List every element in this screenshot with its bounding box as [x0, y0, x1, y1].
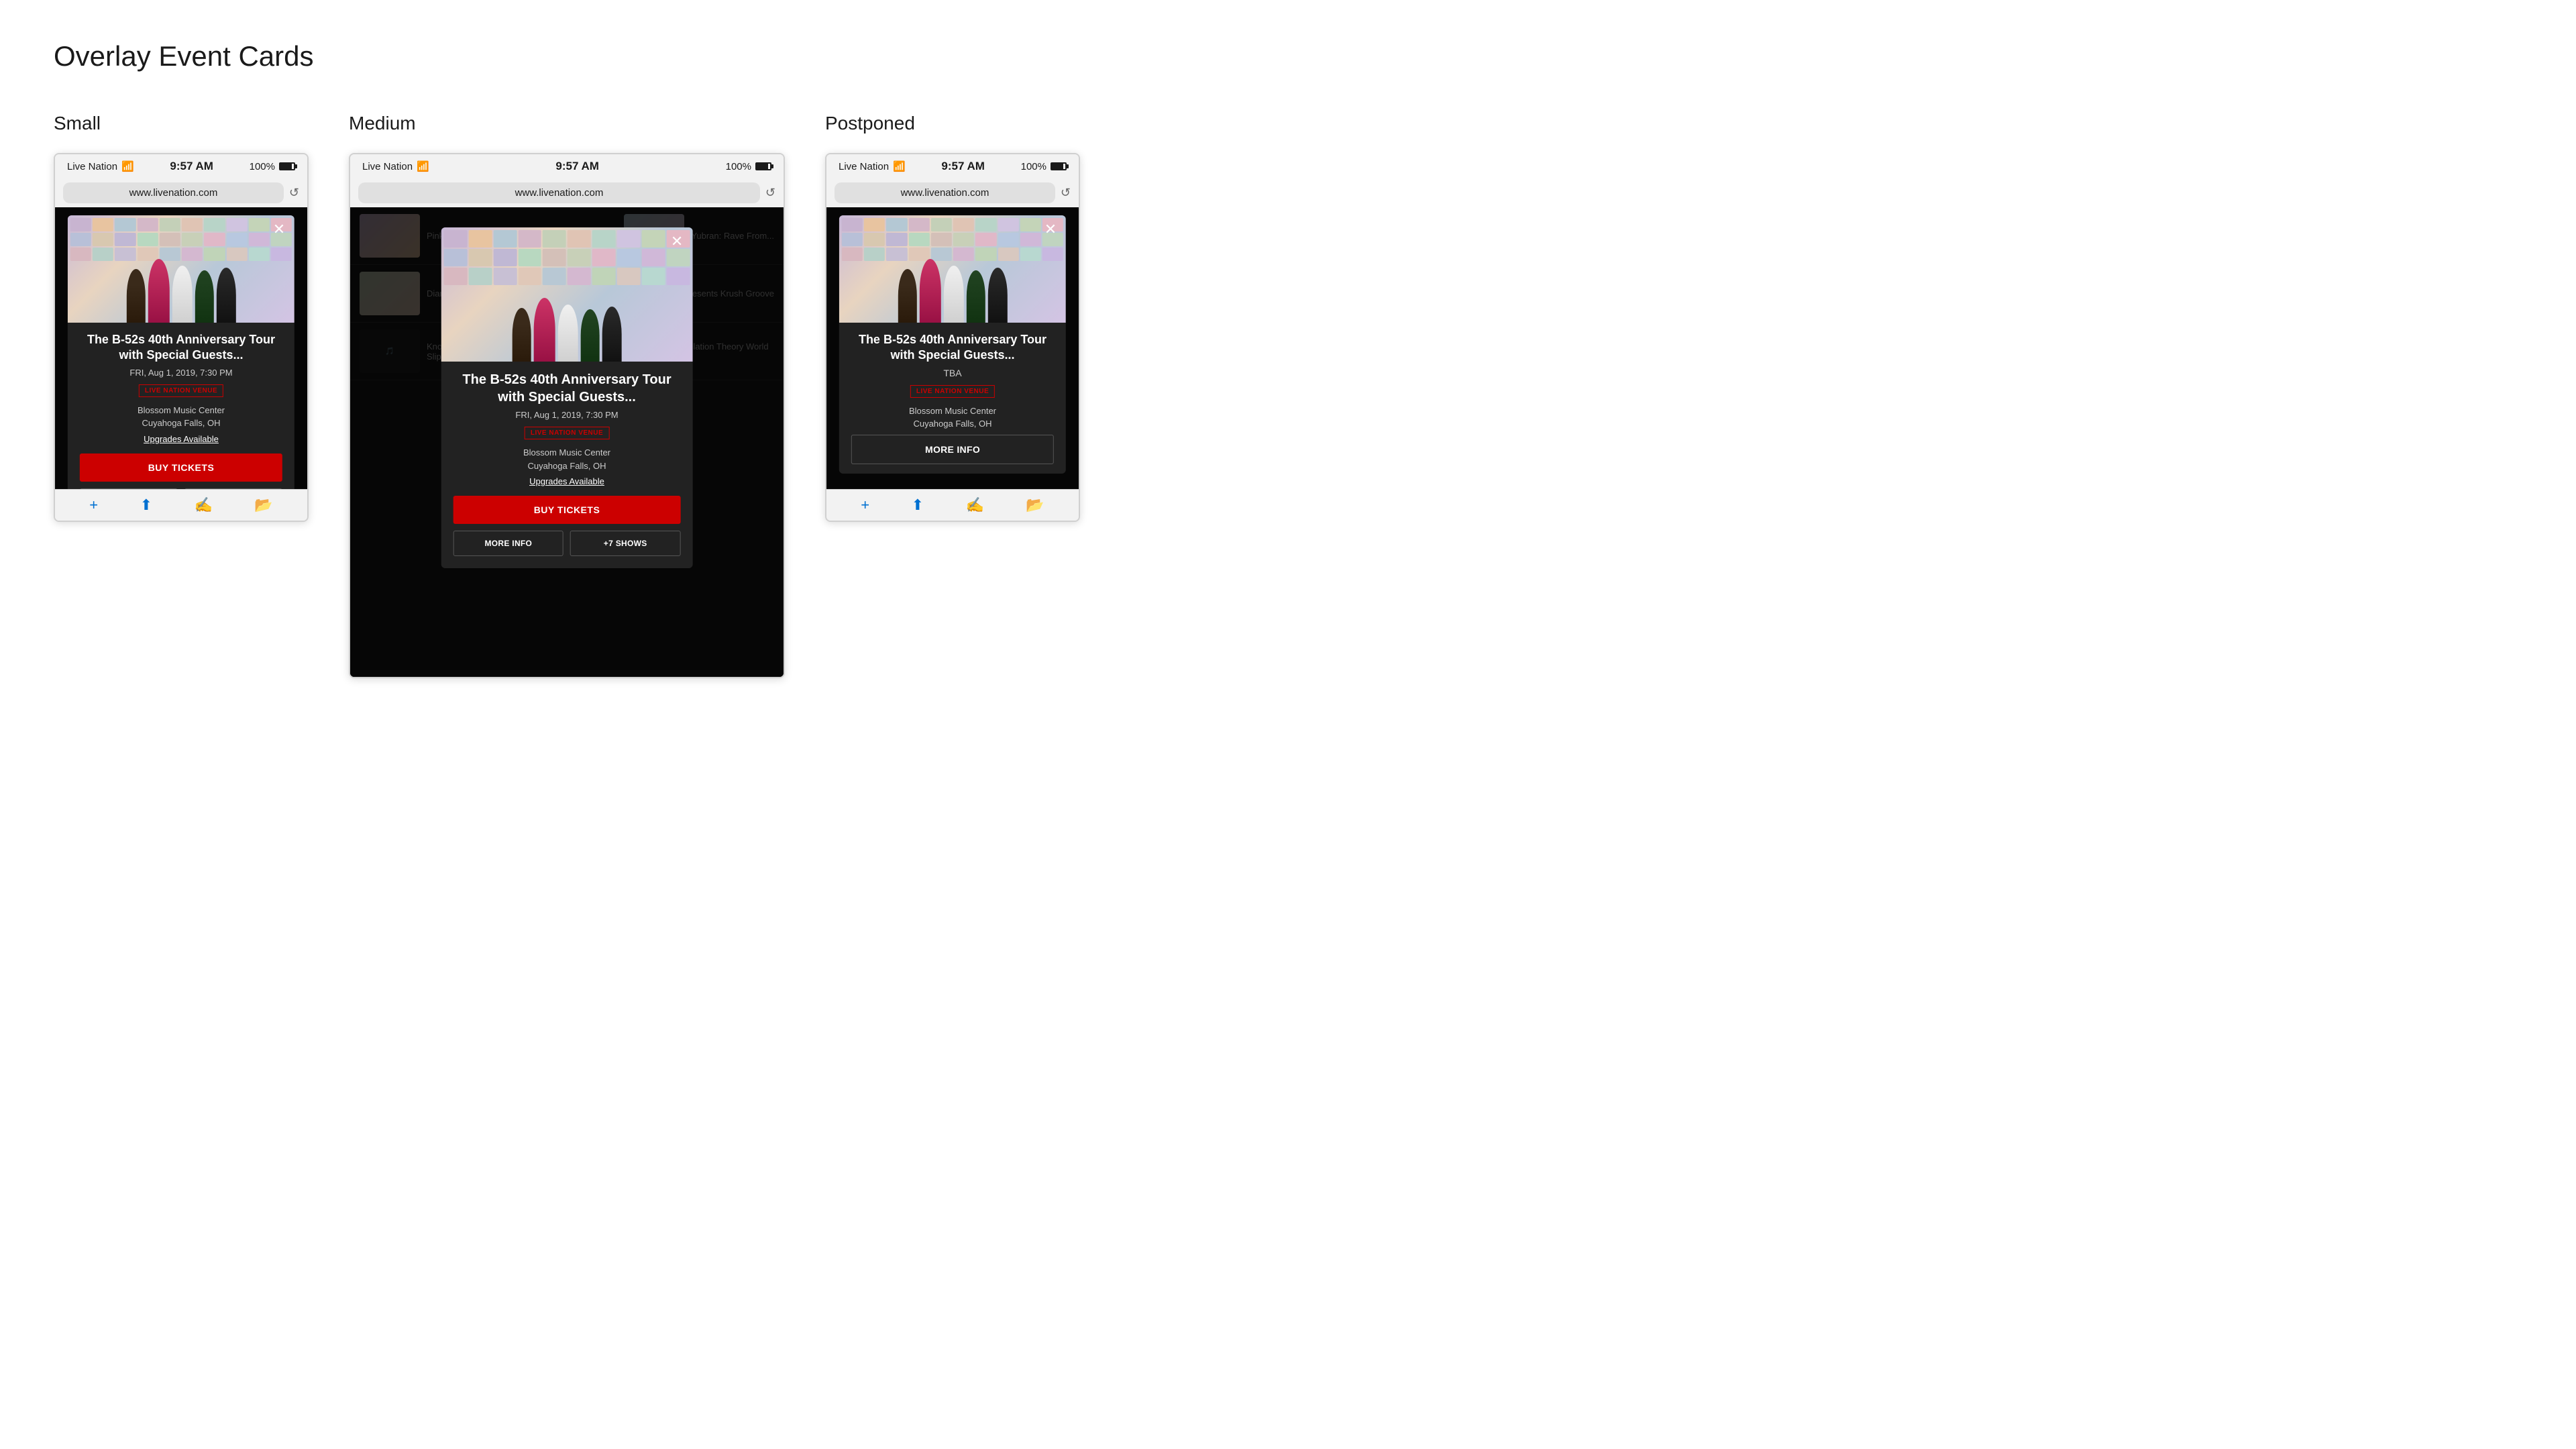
url-bar-small: www.livenation.com ↺	[55, 178, 307, 207]
url-bar-medium: www.livenation.com ↺	[350, 178, 784, 207]
edit-icon-small[interactable]: ✍	[194, 496, 212, 514]
upgrades-link-medium[interactable]: Upgrades Available	[453, 476, 681, 486]
status-bar-postponed: Live Nation 📶 9:57 AM 100%	[826, 154, 1079, 178]
band-image-postponed	[839, 215, 1066, 323]
shows-btn-small[interactable]: +7 SHOWS	[184, 488, 282, 489]
bookmarks-icon-postponed[interactable]: 📂	[1026, 496, 1044, 514]
small-section-label: Small	[54, 113, 309, 134]
browser-content-small: ✕	[55, 207, 307, 489]
overlay-card-small: ✕	[68, 215, 294, 489]
cards-row: Small Live Nation 📶 9:57 AM 100% www.liv…	[54, 113, 2522, 678]
venue-line1-postponed: Blossom Music Center	[909, 406, 996, 416]
url-bar-postponed: www.livenation.com ↺	[826, 178, 1079, 207]
action-buttons-medium: MORE INFO +7 SHOWS	[453, 531, 681, 556]
event-title-medium: The B-52s 40th Anniversary Tour with Spe…	[453, 371, 681, 406]
band-image-medium	[441, 227, 693, 362]
carrier-label-medium: Live Nation	[362, 161, 413, 172]
edit-icon-postponed[interactable]: ✍	[965, 496, 983, 514]
venue-line1-medium: Blossom Music Center	[523, 447, 610, 458]
wifi-icon-postponed: 📶	[893, 160, 906, 172]
url-field-small[interactable]: www.livenation.com	[63, 182, 284, 203]
live-nation-badge-postponed: LIVE NATION VENUE	[851, 385, 1054, 398]
live-nation-badge-medium: LIVE NATION VENUE	[453, 427, 681, 439]
close-btn-small[interactable]: ✕	[273, 222, 285, 237]
venue-line2-medium: Cuyahoga Falls, OH	[527, 461, 606, 471]
venue-line2-small: Cuyahoga Falls, OH	[142, 418, 220, 428]
venue-postponed: Blossom Music Center Cuyahoga Falls, OH	[851, 405, 1054, 431]
event-date-medium: FRI, Aug 1, 2019, 7:30 PM	[453, 410, 681, 420]
share-icon-postponed[interactable]: ⬆	[912, 496, 924, 514]
event-date-small: FRI, Aug 1, 2019, 7:30 PM	[80, 368, 282, 378]
venue-line2-postponed: Cuyahoga Falls, OH	[913, 419, 991, 429]
battery-icon-postponed	[1051, 162, 1067, 170]
overlay-content-small: The B-52s 40th Anniversary Tour with Spe…	[68, 323, 294, 489]
battery-pct-medium: 100%	[726, 161, 751, 172]
badge-text-postponed: LIVE NATION VENUE	[910, 385, 995, 398]
event-title-postponed: The B-52s 40th Anniversary Tour with Spe…	[851, 332, 1054, 364]
battery-pct-small: 100%	[250, 161, 275, 172]
share-icon-small[interactable]: ⬆	[140, 496, 152, 514]
small-phone-frame: Live Nation 📶 9:57 AM 100% www.livenatio…	[54, 153, 309, 522]
battery-pct-postponed: 100%	[1021, 161, 1046, 172]
live-nation-badge-small: LIVE NATION VENUE	[80, 384, 282, 397]
badge-text-medium: LIVE NATION VENUE	[525, 427, 609, 439]
postponed-section-label: Postponed	[825, 113, 1080, 134]
overlay-card-postponed: ✕	[839, 215, 1066, 474]
add-icon-small[interactable]: +	[89, 496, 98, 514]
refresh-btn-postponed[interactable]: ↺	[1061, 186, 1071, 200]
venue-line1-small: Blossom Music Center	[138, 405, 225, 415]
add-icon-postponed[interactable]: +	[861, 496, 869, 514]
more-info-btn-postponed[interactable]: MORE INFO	[851, 435, 1054, 464]
band-image-small	[68, 215, 294, 323]
browser-content-postponed: ✕	[826, 207, 1079, 489]
status-bar-medium: Live Nation 📶 9:57 AM 100%	[350, 154, 784, 178]
postponed-phone-frame: Live Nation 📶 9:57 AM 100% www.livenatio…	[825, 153, 1080, 522]
more-info-btn-small[interactable]: MORE INFO	[80, 488, 178, 489]
close-btn-postponed[interactable]: ✕	[1044, 222, 1057, 237]
page-title: Overlay Event Cards	[54, 40, 2522, 72]
close-btn-medium[interactable]: ✕	[671, 234, 683, 249]
medium-phone-frame: Live Nation 📶 9:57 AM 100% www.livenatio…	[349, 153, 785, 678]
refresh-btn-medium[interactable]: ↺	[765, 186, 775, 200]
wifi-icon-medium: 📶	[417, 160, 429, 172]
event-title-small: The B-52s 40th Anniversary Tour with Spe…	[80, 332, 282, 364]
toolbar-postponed: + ⬆ ✍ 📂	[826, 489, 1079, 521]
time-medium: 9:57 AM	[555, 160, 599, 173]
buy-tickets-btn-medium[interactable]: BUY TICKETS	[453, 496, 681, 524]
url-field-medium[interactable]: www.livenation.com	[358, 182, 760, 203]
buy-tickets-btn-small[interactable]: BUY TICKETS	[80, 453, 282, 482]
overlay-image-small	[68, 215, 294, 323]
medium-section-label: Medium	[349, 113, 785, 134]
time-postponed: 9:57 AM	[941, 160, 985, 173]
carrier-label-postponed: Live Nation	[839, 161, 889, 172]
battery-icon-small	[279, 162, 295, 170]
medium-card-section: Medium Live Nation 📶 9:57 AM 100% www.li…	[349, 113, 785, 678]
time-small: 9:57 AM	[170, 160, 213, 173]
overlay-content-postponed: The B-52s 40th Anniversary Tour with Spe…	[839, 323, 1066, 474]
shows-btn-medium[interactable]: +7 SHOWS	[570, 531, 680, 556]
upgrades-link-small[interactable]: Upgrades Available	[80, 434, 282, 444]
overlay-image-medium	[441, 227, 693, 362]
carrier-label-small: Live Nation	[67, 161, 117, 172]
refresh-btn-small[interactable]: ↺	[289, 186, 299, 200]
toolbar-small: + ⬆ ✍ 📂	[55, 489, 307, 521]
overlay-content-medium: The B-52s 40th Anniversary Tour with Spe…	[441, 362, 693, 568]
venue-medium: Blossom Music Center Cuyahoga Falls, OH	[453, 446, 681, 472]
bookmarks-icon-small[interactable]: 📂	[254, 496, 272, 514]
venue-small: Blossom Music Center Cuyahoga Falls, OH	[80, 404, 282, 430]
status-bar-small: Live Nation 📶 9:57 AM 100%	[55, 154, 307, 178]
battery-icon-medium	[755, 162, 771, 170]
badge-text-small: LIVE NATION VENUE	[139, 384, 223, 397]
event-date-tba-postponed: TBA	[851, 368, 1054, 378]
small-card-section: Small Live Nation 📶 9:57 AM 100% www.liv…	[54, 113, 309, 522]
overlay-card-medium: ✕	[441, 227, 693, 568]
wifi-icon-small: 📶	[121, 160, 134, 172]
url-field-postponed[interactable]: www.livenation.com	[835, 182, 1055, 203]
more-info-btn-medium[interactable]: MORE INFO	[453, 531, 564, 556]
browser-content-medium: Pink: Beautiful Trau... Yubran: Rave Fro…	[350, 207, 784, 677]
action-buttons-small: MORE INFO +7 SHOWS	[80, 488, 282, 489]
overlay-image-postponed	[839, 215, 1066, 323]
postponed-card-section: Postponed Live Nation 📶 9:57 AM 100% www…	[825, 113, 1080, 522]
